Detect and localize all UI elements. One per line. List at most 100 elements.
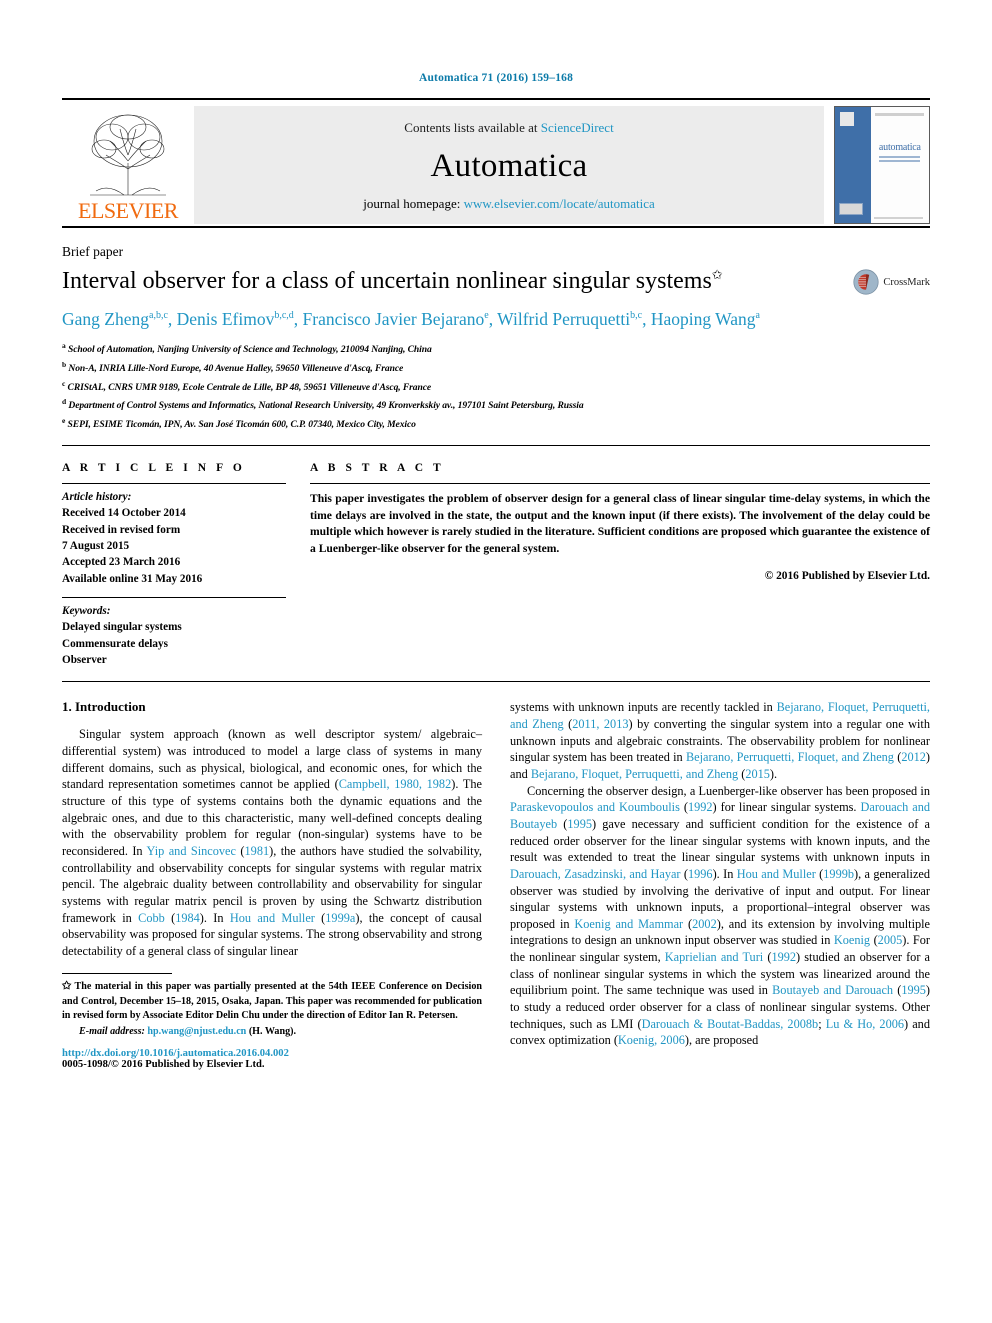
- article-history-block: Article history: Received 14 October 201…: [62, 484, 286, 587]
- homepage-line: journal homepage: www.elsevier.com/locat…: [363, 196, 655, 212]
- citation-link[interactable]: Bejarano, Floquet, Perruquetti, and Zhen…: [531, 767, 738, 781]
- article-history-label: Article history:: [62, 490, 132, 503]
- elsevier-logo: ELSEVIER: [62, 106, 194, 224]
- citation-link[interactable]: 1995: [567, 817, 592, 831]
- author-name[interactable]: Haoping Wanga: [651, 309, 760, 329]
- author-separator: ,: [293, 309, 303, 330]
- citation-link[interactable]: 1984: [175, 911, 200, 925]
- citation-link[interactable]: Koenig: [834, 933, 870, 947]
- citation-link[interactable]: Campbell, 1980, 1982: [339, 777, 452, 791]
- citation-link[interactable]: 1999a: [325, 911, 355, 925]
- cover-journal-title: automatica: [878, 142, 921, 153]
- citation-link[interactable]: Hou and Muller: [737, 867, 816, 881]
- citation-link[interactable]: 1999b: [823, 867, 854, 881]
- abstract-copyright: © 2016 Published by Elsevier Ltd.: [764, 570, 930, 583]
- citation-link[interactable]: 2012: [901, 750, 926, 764]
- keyword-item: Commensurate delays: [62, 637, 168, 650]
- keywords-block: Keywords: Delayed singular systems Commen…: [62, 598, 286, 668]
- affiliation-item: a School of Automation, Nanjing Universi…: [62, 340, 930, 359]
- journal-masthead: ELSEVIER Contents lists available at Sci…: [62, 106, 930, 224]
- affiliation-item: e SEPI, ESIME Ticomán, IPN, Av. San José…: [62, 415, 930, 434]
- homepage-prefix: journal homepage:: [363, 196, 464, 211]
- email-author: (H. Wang).: [246, 1026, 297, 1038]
- author-separator: ,: [488, 309, 498, 330]
- cover-footer-rule: [874, 217, 924, 219]
- citation-link[interactable]: Bejarano, Perruquetti, Floquet, and Zhen…: [686, 750, 894, 764]
- citation-link[interactable]: Paraskevopoulos and Koumboulis: [510, 800, 680, 814]
- masthead-top-rule: [62, 98, 930, 100]
- keywords-label: Keywords:: [62, 604, 111, 617]
- citation-link[interactable]: Cobb: [138, 911, 165, 925]
- affiliation-item: b Non-A, INRIA Lille-Nord Europe, 40 Ave…: [62, 359, 930, 378]
- citation-link[interactable]: Yip and Sincovec: [147, 844, 236, 858]
- citation-link[interactable]: 2002: [692, 917, 717, 931]
- page-title: Interval observer for a class of uncerta…: [62, 267, 841, 295]
- article-history-item: Received in revised form: [62, 523, 181, 536]
- author-name[interactable]: Gang Zhenga,b,c: [62, 309, 168, 329]
- footnote-star-marker: ✩: [62, 980, 72, 993]
- author-affiliation-marker: b,c,d: [274, 310, 294, 322]
- author-name[interactable]: Wilfrid Perruquettib,c: [497, 309, 642, 329]
- paragraph: Concerning the observer design, a Luenbe…: [510, 783, 931, 1048]
- running-head: Automatica 71 (2016) 159–168: [418, 72, 574, 84]
- author-name[interactable]: Denis Efimovb,c,d: [177, 309, 294, 329]
- footnote-star: ✩ The material in this paper was partial…: [62, 979, 482, 1023]
- citation-link[interactable]: 1981: [245, 844, 270, 858]
- author-affiliation-marker: a: [755, 310, 760, 322]
- article-history-item: 7 August 2015: [62, 539, 130, 552]
- citation-link[interactable]: Koenig, 2006: [618, 1033, 685, 1047]
- citation-link[interactable]: Kaprielian and Turi: [665, 950, 763, 964]
- article-type-label: Brief paper: [62, 244, 124, 259]
- elsevier-tree-icon: [90, 114, 166, 196]
- citation-link[interactable]: 2005: [878, 933, 903, 947]
- citation-link[interactable]: Koenig and Mammar: [574, 917, 683, 931]
- affiliation-item: c CRIStAL, CNRS UMR 9189, Ecole Centrale…: [62, 378, 930, 397]
- article-history-item: Available online 31 May 2016: [62, 572, 203, 585]
- crossmark-badge[interactable]: CrossMark: [853, 269, 930, 295]
- citation-link[interactable]: 1995: [901, 983, 926, 997]
- keyword-items: Delayed singular systems Commensurate del…: [62, 619, 286, 668]
- author-separator: ,: [167, 309, 177, 330]
- cover-header-rule: [875, 113, 925, 116]
- author-name[interactable]: Francisco Javier Bejaranoe: [303, 309, 489, 329]
- abstract-heading: A B S T R A C T: [310, 461, 445, 474]
- citation-link[interactable]: 1996: [688, 867, 713, 881]
- affiliation-text: School of Automation, Nanjing University…: [65, 344, 432, 356]
- body-column-left: 1. Introduction Singular system approach…: [62, 699, 482, 1070]
- affiliation-text: CRIStAL, CNRS UMR 9189, Ecole Centrale d…: [65, 381, 432, 393]
- article-history-item: Accepted 23 March 2016: [62, 556, 181, 569]
- ifac-logo-icon: [839, 203, 863, 215]
- citation-link[interactable]: 1992: [771, 950, 796, 964]
- affiliation-list: a School of Automation, Nanjing Universi…: [62, 340, 930, 433]
- citation-link[interactable]: 1992: [688, 800, 713, 814]
- footnote-area: ✩ The material in this paper was partial…: [62, 973, 482, 1070]
- footnote-star-text: The material in this paper was partially…: [62, 981, 482, 1021]
- citation-link[interactable]: Lu & Ho, 2006: [826, 1017, 904, 1031]
- citation-link[interactable]: Boutayeb and Darouach: [772, 983, 893, 997]
- article-info-heading: A R T I C L E I N F O: [62, 461, 246, 474]
- citation-link[interactable]: Darouach, Zasadzinski, and Hayar: [510, 867, 681, 881]
- sciencedirect-link[interactable]: ScienceDirect: [541, 120, 614, 135]
- cover-face: automatica: [870, 107, 929, 223]
- citation-link[interactable]: Hou and Muller: [230, 911, 315, 925]
- masthead-center: Contents lists available at ScienceDirec…: [194, 106, 824, 224]
- title-text: Interval observer for a class of uncerta…: [62, 268, 712, 294]
- masthead-bottom-rule: [62, 226, 930, 228]
- email-link[interactable]: hp.wang@njust.edu.cn: [147, 1026, 246, 1037]
- homepage-link[interactable]: www.elsevier.com/locate/automatica: [464, 196, 655, 211]
- paper-page: Automatica 71 (2016) 159–168 ELSEVIER Co…: [0, 0, 992, 1323]
- crossmark-icon: [853, 269, 879, 295]
- elsevier-wordmark: ELSEVIER: [78, 198, 178, 223]
- citation-link[interactable]: 2011, 2013: [572, 717, 628, 731]
- article-history-items: Received 14 October 2014 Received in revi…: [62, 505, 286, 587]
- affiliation-text: Department of Control Systems and Inform…: [66, 400, 584, 412]
- email-label: E-mail address:: [79, 1026, 145, 1038]
- doi-link[interactable]: http://dx.doi.org/10.1016/j.automatica.2…: [62, 1048, 482, 1059]
- citation-link[interactable]: 2015: [745, 767, 770, 781]
- body-column-right: systems with unknown inputs are recently…: [510, 699, 930, 1070]
- citation-link[interactable]: Darouach & Boutat-Baddas, 2008b: [642, 1017, 819, 1031]
- abstract-divider-rule: [62, 681, 930, 683]
- title-row: Interval observer for a class of uncerta…: [62, 267, 930, 295]
- abstract-column: A B S T R A C T This paper investigates …: [310, 462, 930, 668]
